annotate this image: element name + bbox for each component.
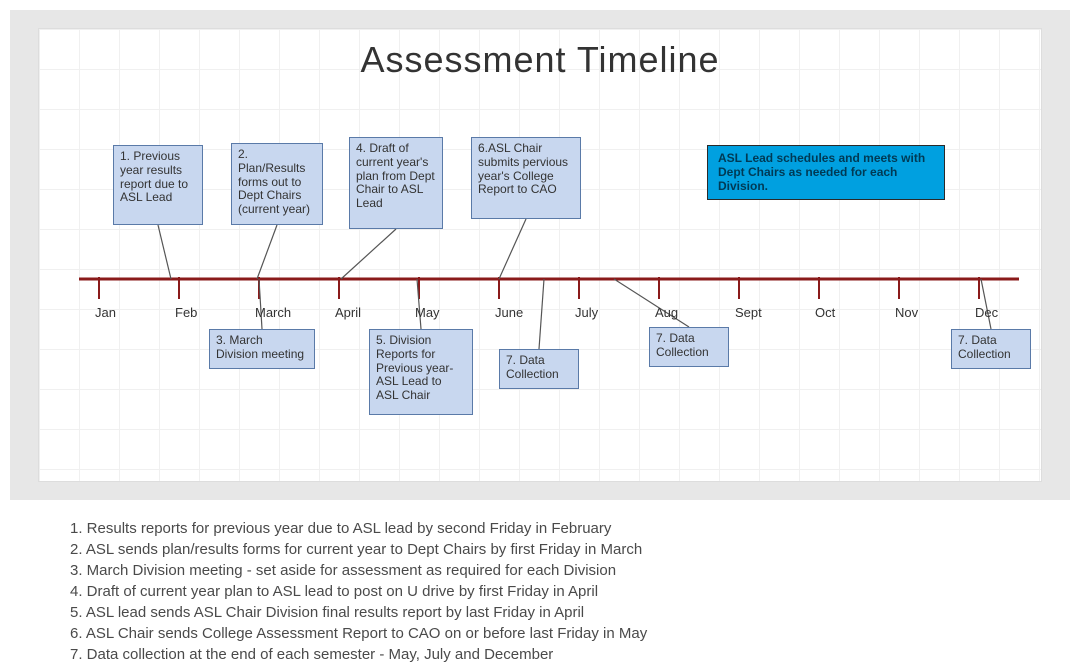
legend-item: 2. ASL sends plan/results forms for curr… xyxy=(70,539,1050,560)
month-label: April xyxy=(335,305,361,320)
side-note: ASL Lead schedules and meets with Dept C… xyxy=(707,145,945,200)
timeline-event-box: 5. Division Reports for Previous year-AS… xyxy=(369,329,473,415)
legend-item: 7. Data collection at the end of each se… xyxy=(70,644,1050,665)
canvas-outer: Assessment Timeline Jan Feb March April May J… xyxy=(10,10,1070,500)
timeline-event-box: 7. Data Collection xyxy=(499,349,579,389)
month-label: June xyxy=(495,305,523,320)
legend-list: 1. Results reports for previous year due… xyxy=(70,518,1050,665)
month-label: Dec xyxy=(975,305,998,320)
month-label: Oct xyxy=(815,305,835,320)
timeline-event-box: 7. Data Collection xyxy=(951,329,1031,369)
month-label: Feb xyxy=(175,305,197,320)
month-label: Jan xyxy=(95,305,116,320)
legend-item: 4. Draft of current year plan to ASL lea… xyxy=(70,581,1050,602)
legend-item: 3. March Division meeting - set aside fo… xyxy=(70,560,1050,581)
timeline-event-box: 2. Plan/Results forms out to Dept Chairs… xyxy=(231,143,323,225)
month-label: Nov xyxy=(895,305,918,320)
month-label: Sept xyxy=(735,305,762,320)
month-label: May xyxy=(415,305,440,320)
month-label: March xyxy=(255,305,291,320)
legend-item: 5. ASL lead sends ASL Chair Division fin… xyxy=(70,602,1050,623)
timeline-event-box: 1. Previous year results report due to A… xyxy=(113,145,203,225)
timeline-event-box: 3. March Division meeting xyxy=(209,329,315,369)
timeline-event-box: 7. Data Collection xyxy=(649,327,729,367)
legend-item: 6. ASL Chair sends College Assessment Re… xyxy=(70,623,1050,644)
month-label: July xyxy=(575,305,598,320)
legend-item: 1. Results reports for previous year due… xyxy=(70,518,1050,539)
timeline-canvas: Assessment Timeline Jan Feb March April May J… xyxy=(38,28,1042,482)
timeline-event-box: 4. Draft of current year's plan from Dep… xyxy=(349,137,443,229)
page-title: Assessment Timeline xyxy=(39,39,1041,81)
month-label: Aug xyxy=(655,305,678,320)
timeline-event-box: 6.ASL Chair submits pervious year's Coll… xyxy=(471,137,581,219)
page-root: Assessment Timeline Jan Feb March April May J… xyxy=(0,0,1080,664)
